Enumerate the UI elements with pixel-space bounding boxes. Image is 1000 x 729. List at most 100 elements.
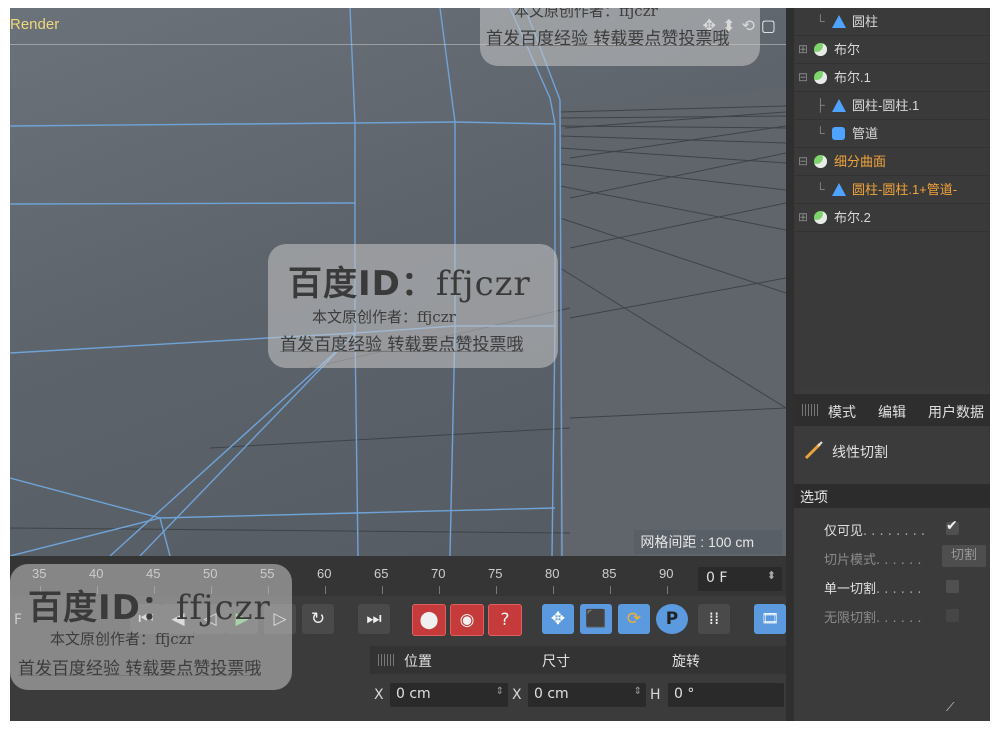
object-manager: └ 圆柱 ⊞ 布尔 ⊟ 布尔.1 ├ 圆柱-圆柱.1 └ 管道 ⊟ 细分曲面 └ 圆柱-圆柱.1+管道- ⊞…: [794, 8, 990, 388]
scale-tool-button[interactable]: ⬛: [580, 604, 612, 634]
resize-handle-icon[interactable]: ⟋: [946, 700, 954, 715]
object-row[interactable]: ⊞ 布尔.2: [794, 204, 990, 232]
timeline-tick: [610, 586, 611, 594]
panel-grip-icon[interactable]: [802, 404, 818, 416]
stepper-icon[interactable]: ⬍: [767, 569, 776, 582]
timeline-tick-label: 75: [488, 566, 503, 581]
option-visible-only-label: 仅可见. . . . . . . .: [824, 524, 926, 539]
viewport-title: Render: [10, 16, 60, 33]
object-name: 管道: [852, 126, 879, 141]
object-name: 布尔.2: [834, 210, 871, 225]
tube-icon: [832, 127, 845, 140]
attribute-manager: 模式 编辑 用户数据 线性切割 选项 仅可见. . . . . . . . 切片…: [794, 394, 990, 721]
key-help-button[interactable]: ?: [488, 604, 522, 636]
polygon-object-icon: [832, 99, 846, 112]
watermark-top: 本文原创作者：ffjczr 首发百度经验 转载要点赞投票哦: [480, 8, 760, 66]
slice-mode-button[interactable]: 切割: [942, 545, 986, 567]
tab-mode[interactable]: 模式: [828, 402, 856, 422]
go-to-end-icon: ⏭: [366, 609, 382, 629]
tree-connector: ├: [816, 98, 825, 112]
tab-edit[interactable]: 编辑: [878, 402, 906, 422]
record-key-icon: ⬤: [419, 610, 439, 630]
visible-only-checkbox[interactable]: [946, 518, 959, 535]
rotate-tool-button[interactable]: ⟳: [618, 604, 650, 634]
timeline-tick: [667, 586, 668, 594]
maximize-view-icon[interactable]: ▢: [761, 18, 776, 34]
watermark-bottom: 百度ID：ffjczr 本文原创作者：ffjczr 首发百度经验 转载要点赞投票…: [10, 564, 292, 690]
rotate-tool-icon: ⟳: [626, 609, 642, 629]
object-row[interactable]: ├ 圆柱-圆柱.1: [794, 92, 990, 120]
position-x-field[interactable]: 0 cm ⇕: [390, 683, 508, 707]
knife-tool-icon: [804, 441, 823, 460]
object-row[interactable]: ⊟ 布尔.1: [794, 64, 990, 92]
tool-name: 线性切割: [832, 445, 888, 461]
object-row[interactable]: └ 圆柱-圆柱.1+管道-: [794, 176, 990, 204]
pla-key-icon: ⁞⁞: [708, 609, 720, 629]
rotation-header: 旋转: [672, 654, 700, 670]
tree-connector[interactable]: ⊞: [798, 204, 808, 231]
render-button[interactable]: 🎞: [754, 604, 786, 634]
infinite-cut-checkbox[interactable]: [946, 609, 959, 622]
tree-connector[interactable]: ⊟: [798, 148, 808, 175]
record-key-button[interactable]: ⬤: [412, 604, 446, 636]
panel-divider[interactable]: [786, 8, 794, 721]
position-header: 位置: [404, 654, 432, 670]
tree-connector[interactable]: ⊞: [798, 36, 808, 63]
x-axis-label: X: [374, 687, 384, 703]
polygon-object-icon: [832, 183, 846, 196]
subdivision-surface-icon: [814, 155, 827, 168]
cylinder-primitive-icon: [832, 15, 846, 28]
pla-key-button[interactable]: ⁞⁞: [698, 604, 730, 634]
key-help-icon: ?: [500, 610, 510, 630]
active-tool-row: 线性切割: [794, 434, 990, 468]
object-row[interactable]: ⊞ 布尔: [794, 36, 990, 64]
rotation-h-field[interactable]: 0 °: [668, 683, 784, 707]
coordinates-manager: 位置 尺寸 旋转 X 0 cm ⇕ X 0 cm ⇕ H 0 °: [370, 646, 786, 721]
coordinates-header: 位置 尺寸 旋转: [370, 646, 786, 674]
timeline-tick: [439, 586, 440, 594]
move-tool-button[interactable]: ✥: [542, 604, 574, 634]
autokey-button[interactable]: ◉: [450, 604, 484, 636]
move-tool-icon: ✥: [550, 609, 566, 629]
object-name: 圆柱: [852, 14, 879, 29]
tab-user-data[interactable]: 用户数据: [928, 402, 984, 422]
h-axis-label: H: [650, 687, 661, 703]
size-x-field[interactable]: 0 cm ⇕: [528, 683, 646, 707]
timeline-tick-label: 85: [602, 566, 617, 581]
single-cut-checkbox[interactable]: [946, 580, 959, 593]
object-row[interactable]: └ 圆柱: [794, 8, 990, 36]
autokey-icon: ◉: [459, 610, 475, 630]
current-frame-value: 0 F: [706, 570, 728, 586]
object-name: 布尔.1: [834, 70, 871, 85]
timeline-tick-label: 70: [431, 566, 446, 581]
loop-icon: ↻: [310, 609, 326, 629]
timeline-tick-label: 65: [374, 566, 389, 581]
timeline-tick: [382, 586, 383, 594]
timeline-tick-label: 80: [545, 566, 560, 581]
object-name: 布尔: [834, 42, 861, 57]
go-to-end-button[interactable]: ⏭: [358, 604, 390, 634]
timeline-tick: [496, 586, 497, 594]
grid-spacing-readout: 网格间距 : 100 cm: [634, 530, 782, 554]
timeline-tick: [325, 586, 326, 594]
current-frame-field[interactable]: 0 F ⬍: [698, 567, 782, 591]
object-row[interactable]: ⊟ 细分曲面: [794, 148, 990, 176]
boolean-icon: [814, 71, 827, 84]
parameter-key-icon: P: [665, 609, 679, 629]
tree-connector: └: [816, 126, 825, 140]
cinema4d-window: Render ✥ ⬍ ⟲ ▢ 网格间距 : 100 cm └圆柱⊞布尔⊟布尔.1…: [10, 8, 990, 721]
panel-grip-icon[interactable]: [378, 654, 394, 666]
tree-connector: └: [816, 182, 825, 196]
options-section-header[interactable]: 选项: [794, 484, 990, 508]
timeline-tick-label: 60: [317, 566, 332, 581]
section-title: 选项: [800, 490, 828, 506]
watermark-center: 百度ID：ffjczr 本文原创作者：ffjczr 首发百度经验 转载要点赞投票…: [268, 244, 558, 368]
option-slice-mode-label: 切片模式. . . . . .: [824, 553, 922, 568]
object-row[interactable]: └ 管道: [794, 120, 990, 148]
parameter-key-button[interactable]: P: [656, 604, 688, 634]
attribute-tabs: 模式 编辑 用户数据: [794, 394, 990, 426]
scale-tool-icon: ⬛: [585, 609, 607, 629]
tree-connector[interactable]: ⊟: [798, 64, 808, 91]
x-size-axis-label: X: [512, 687, 522, 703]
loop-button[interactable]: ↻: [302, 604, 334, 634]
